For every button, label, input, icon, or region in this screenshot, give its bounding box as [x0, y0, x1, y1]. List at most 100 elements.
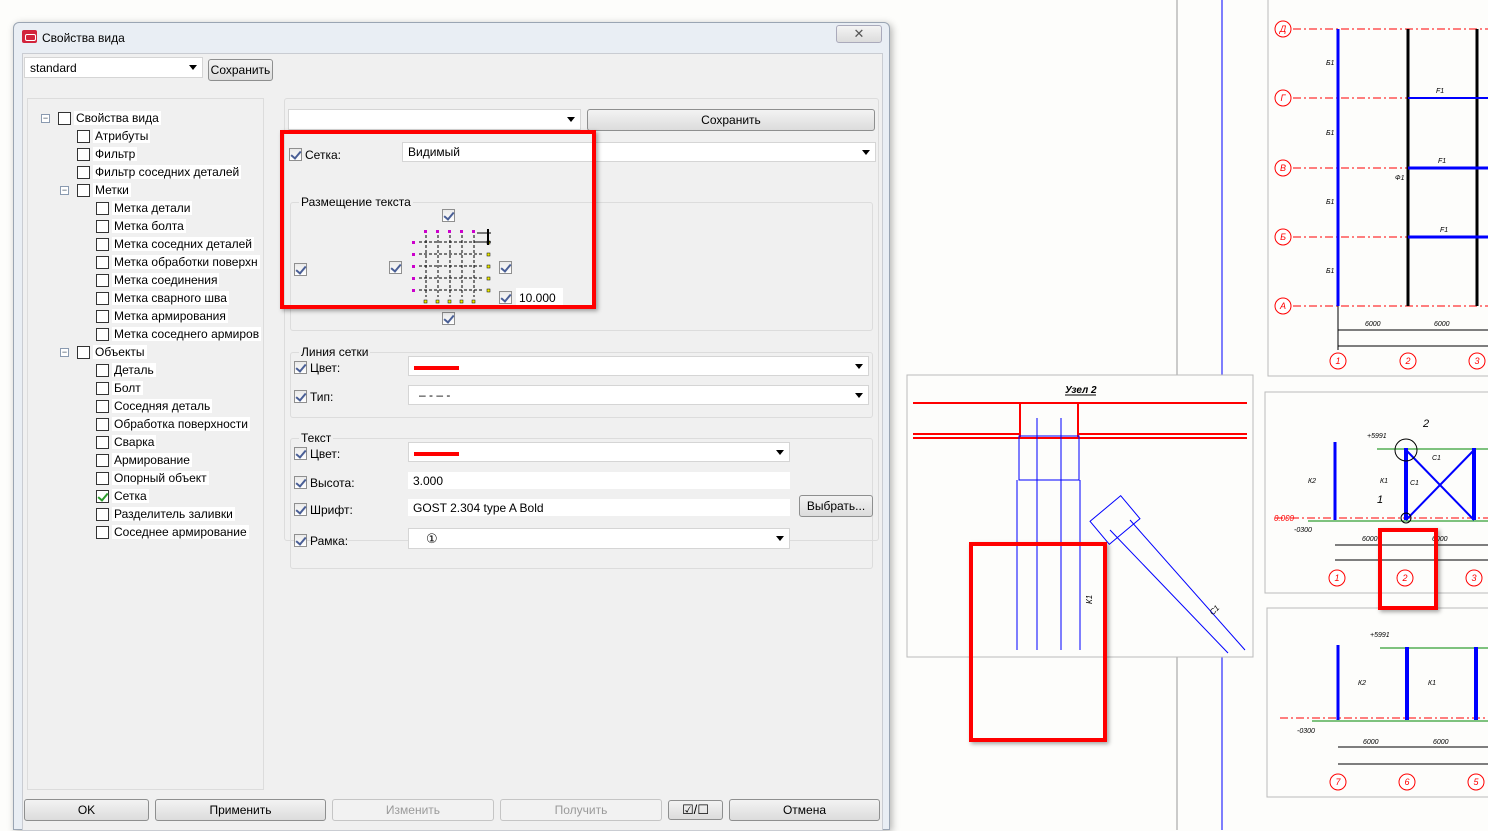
- tree-item[interactable]: Обработка поверхности: [96, 415, 250, 433]
- line-type-checkbox[interactable]: [294, 390, 307, 403]
- ok-button[interactable]: OK: [24, 799, 149, 821]
- cancel-button[interactable]: Отмена: [729, 799, 880, 821]
- tree-item-checkbox[interactable]: [96, 508, 109, 522]
- frame-value: ①: [426, 531, 438, 546]
- tree-item[interactable]: Сварка: [96, 433, 157, 451]
- tree-item-label: Метки: [93, 183, 131, 197]
- tree-item[interactable]: Метка обработки поверхн: [96, 253, 260, 271]
- highlight-box: [280, 130, 596, 309]
- elevation-label: -0300: [1294, 527, 1312, 534]
- line-color-select[interactable]: [408, 356, 869, 376]
- tree-item-checkbox[interactable]: [96, 202, 109, 216]
- tree-item[interactable]: Метка соединения: [96, 271, 220, 289]
- text-color-checkbox[interactable]: [294, 447, 307, 460]
- axis-label: 2: [1404, 356, 1410, 366]
- preset-select[interactable]: standard: [24, 57, 203, 78]
- tree-item-checkbox[interactable]: [77, 184, 90, 198]
- height-checkbox[interactable]: [294, 476, 307, 489]
- settings-select[interactable]: [288, 109, 581, 130]
- tree-item-checkbox[interactable]: [58, 112, 71, 126]
- tree-item-checkbox[interactable]: [77, 148, 90, 162]
- tree-item-checkbox[interactable]: [96, 220, 109, 234]
- tree-item[interactable]: Соседнее армирование: [96, 523, 249, 541]
- apply-button[interactable]: Применить: [155, 799, 326, 821]
- tree-item[interactable]: Фильтр соседних деталей: [77, 163, 242, 181]
- font-checkbox[interactable]: [294, 503, 307, 516]
- tree-item-checkbox[interactable]: [96, 454, 109, 468]
- tree-item-label: Соседнее армирование: [112, 525, 249, 539]
- tree-item-label: Фильтр: [93, 147, 138, 161]
- tree-item-checkbox[interactable]: [77, 130, 90, 144]
- line-type-select[interactable]: – - – -: [408, 385, 869, 405]
- tree-item-checkbox[interactable]: [96, 328, 109, 342]
- tree-item-checkbox[interactable]: [96, 256, 109, 270]
- collapse-icon[interactable]: −: [60, 348, 69, 357]
- frame-checkbox[interactable]: [294, 534, 307, 547]
- tree-item-checkbox[interactable]: [96, 274, 109, 288]
- text-color-label: Цвет:: [310, 447, 341, 461]
- axis-label: 1: [1334, 573, 1339, 583]
- tree-item[interactable]: Фильтр: [77, 145, 138, 163]
- tree-item[interactable]: Метка армирования: [96, 307, 228, 325]
- line-color-checkbox[interactable]: [294, 361, 307, 374]
- tree-item[interactable]: Атрибуты: [77, 127, 151, 145]
- tree-item-checkbox[interactable]: [96, 292, 109, 306]
- tree-item-checkbox[interactable]: [96, 238, 109, 252]
- tree-item-checkbox[interactable]: [77, 166, 90, 180]
- tree-item[interactable]: Армирование: [96, 451, 192, 469]
- tree-item-label: Объекты: [93, 345, 147, 359]
- tree-item[interactable]: Метка соседнего армиров: [96, 325, 262, 343]
- text-group: Текст Цвет: Высота: 3.000 Шрифт: GOST 2.…: [290, 431, 873, 569]
- collapse-icon[interactable]: −: [60, 186, 69, 195]
- member-label: К2: [1308, 478, 1316, 485]
- dimension-label: 6000: [1365, 321, 1381, 328]
- choose-font-button[interactable]: Выбрать...: [799, 495, 873, 517]
- tree-item[interactable]: Метка сварного шва: [96, 289, 229, 307]
- elevation-label: 0.000: [1274, 514, 1295, 523]
- tree-item[interactable]: Метки: [77, 181, 131, 199]
- tree-item[interactable]: Разделитель заливки: [96, 505, 235, 523]
- tree-item-checkbox[interactable]: [96, 472, 109, 486]
- tree-item-checkbox[interactable]: [96, 490, 109, 504]
- tree-item-checkbox[interactable]: [96, 526, 109, 540]
- tree-item[interactable]: Соседняя деталь: [96, 397, 213, 415]
- tree-item-checkbox[interactable]: [96, 310, 109, 324]
- tree-item[interactable]: Опорный объект: [96, 469, 209, 487]
- height-field[interactable]: 3.000: [408, 472, 790, 489]
- app-icon: [22, 30, 37, 43]
- tree-item-label: Метка обработки поверхн: [112, 255, 260, 269]
- placement-bottom-checkbox[interactable]: [442, 312, 455, 325]
- tree-item-checkbox[interactable]: [96, 418, 109, 432]
- tree-item[interactable]: Сетка: [96, 487, 149, 505]
- close-button[interactable]: ✕: [836, 25, 882, 43]
- tree-item-checkbox[interactable]: [96, 382, 109, 396]
- tree-item-checkbox[interactable]: [96, 364, 109, 378]
- tree-item[interactable]: Деталь: [96, 361, 156, 379]
- toggle-all-button[interactable]: ☑/☐: [668, 800, 723, 820]
- font-field[interactable]: GOST 2.304 type A Bold: [408, 499, 790, 516]
- tree-item[interactable]: Болт: [96, 379, 143, 397]
- tree-item-checkbox[interactable]: [96, 400, 109, 414]
- text-color-swatch: [414, 452, 459, 456]
- get-button[interactable]: Получить: [500, 799, 662, 821]
- tree-item[interactable]: Метка соседних деталей: [96, 235, 254, 253]
- text-color-select[interactable]: [408, 442, 790, 462]
- tree-item[interactable]: Объекты: [77, 343, 147, 361]
- axis-label: 1: [1335, 356, 1340, 366]
- member-label: Б1: [1326, 199, 1335, 206]
- tree-item[interactable]: Свойства вида: [58, 109, 161, 127]
- tree-item-checkbox[interactable]: [96, 436, 109, 450]
- save-settings-button[interactable]: Сохранить: [587, 109, 875, 131]
- tree-item[interactable]: Метка детали: [96, 199, 193, 217]
- tree-item-label: Соседняя деталь: [112, 399, 213, 413]
- tree-item[interactable]: Метка болта: [96, 217, 186, 235]
- modify-button[interactable]: Изменить: [332, 799, 494, 821]
- member-label: К1: [1428, 680, 1436, 687]
- dimension-label: 6000: [1433, 739, 1449, 746]
- frame-select[interactable]: ①: [408, 528, 790, 549]
- line-color-swatch: [414, 366, 459, 370]
- collapse-icon[interactable]: −: [41, 114, 50, 123]
- tree-item-checkbox[interactable]: [77, 346, 90, 360]
- save-preset-button[interactable]: Сохранить: [208, 59, 273, 81]
- detail-title: Узел 2: [1065, 385, 1097, 396]
